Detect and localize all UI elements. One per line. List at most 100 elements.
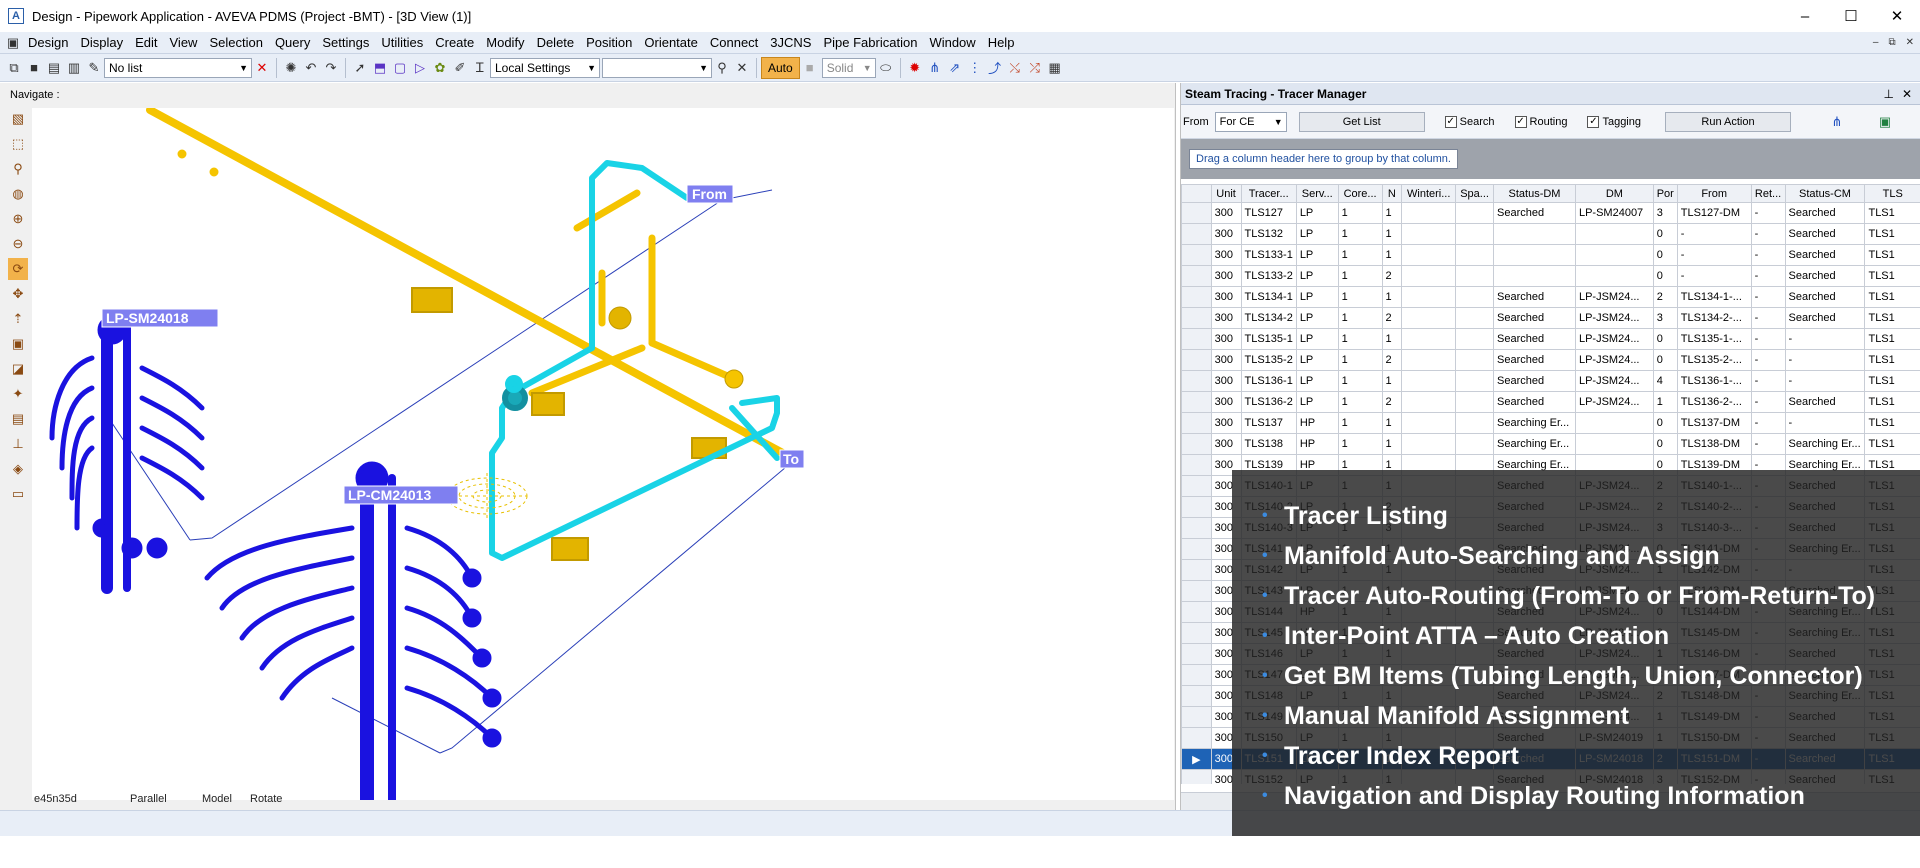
window-icon[interactable]: ▤: [44, 58, 64, 78]
column-header[interactable]: Status-DM: [1494, 185, 1576, 203]
close-button[interactable]: ✕: [1874, 0, 1920, 32]
table-row[interactable]: 300TLS133-1LP110--SearchedTLS1: [1182, 245, 1920, 266]
row-indicator[interactable]: [1182, 707, 1212, 728]
menu-utilities[interactable]: Utilities: [375, 32, 429, 54]
settings-combo[interactable]: Local Settings▼: [490, 58, 600, 78]
row-indicator[interactable]: [1182, 203, 1212, 224]
column-header[interactable]: DM: [1575, 185, 1653, 203]
menu-pipe-fabrication[interactable]: Pipe Fabrication: [817, 32, 923, 54]
measure-icon[interactable]: ✐: [450, 58, 470, 78]
panel-close-icon[interactable]: ✕: [1902, 87, 1912, 101]
menu-query[interactable]: Query: [269, 32, 316, 54]
connect-icon[interactable]: ⋮: [965, 58, 985, 78]
search-checkbox[interactable]: ✓Search: [1445, 116, 1495, 128]
row-indicator[interactable]: [1182, 476, 1212, 497]
row-indicator[interactable]: [1182, 434, 1212, 455]
row-indicator[interactable]: [1182, 266, 1212, 287]
binoculars-icon[interactable]: ⚲: [712, 58, 732, 78]
row-indicator[interactable]: [1182, 644, 1212, 665]
view-zoom-window-icon[interactable]: ⬚: [8, 133, 28, 155]
play-icon[interactable]: ▷: [410, 58, 430, 78]
row-indicator[interactable]: ▶: [1182, 749, 1212, 770]
save-icon[interactable]: ■: [24, 58, 44, 78]
select-icon[interactable]: ⬒: [370, 58, 390, 78]
menu-display[interactable]: Display: [74, 32, 129, 54]
row-indicator[interactable]: [1182, 665, 1212, 686]
row-indicator[interactable]: [1182, 497, 1212, 518]
table-row[interactable]: 300TLS137HP11Searching Er...0TLS137-DM--…: [1182, 413, 1920, 434]
row-indicator[interactable]: [1182, 413, 1212, 434]
row-indicator[interactable]: [1182, 350, 1212, 371]
row-indicator[interactable]: [1182, 329, 1212, 350]
gear-icon[interactable]: ✹: [905, 58, 925, 78]
run-action-button[interactable]: Run Action: [1665, 112, 1791, 132]
row-indicator[interactable]: [1182, 581, 1212, 602]
view-save-icon[interactable]: ▤: [8, 408, 28, 430]
color-swatch-icon[interactable]: ■: [800, 58, 820, 78]
view-axes-icon[interactable]: ⊥: [8, 433, 28, 455]
solid-combo[interactable]: Solid▼: [822, 58, 876, 78]
menu-window[interactable]: Window: [923, 32, 981, 54]
row-indicator[interactable]: [1182, 770, 1212, 785]
tracer-icon[interactable]: ⋔: [925, 58, 945, 78]
list-combo[interactable]: No list▼: [104, 58, 252, 78]
delete-icon[interactable]: ✕: [252, 58, 272, 78]
edit-list-icon[interactable]: ✎: [84, 58, 104, 78]
view-pan-icon[interactable]: ✥: [8, 283, 28, 305]
menu-settings[interactable]: Settings: [316, 32, 375, 54]
column-header[interactable]: Unit: [1211, 185, 1241, 203]
menu-position[interactable]: Position: [580, 32, 638, 54]
model-icon[interactable]: ✿: [430, 58, 450, 78]
row-indicator[interactable]: [1182, 623, 1212, 644]
3d-model-canvas[interactable]: From To LP-SM24018 LP-CM24013: [32, 108, 1174, 800]
routing-checkbox[interactable]: ✓Routing: [1515, 116, 1568, 128]
mdi-close-button[interactable]: ✕: [1906, 32, 1914, 54]
label-manifold-lp-cm24013[interactable]: LP-CM24013: [344, 486, 458, 504]
column-header[interactable]: TLS: [1865, 185, 1920, 203]
view-clip-icon[interactable]: ◈: [8, 458, 28, 480]
from-combo[interactable]: For CE▼: [1215, 112, 1287, 132]
column-header[interactable]: Serv...: [1296, 185, 1338, 203]
column-header[interactable]: Status-CM: [1785, 185, 1865, 203]
row-indicator[interactable]: [1182, 245, 1212, 266]
row-indicator[interactable]: [1182, 287, 1212, 308]
menu-edit[interactable]: Edit: [129, 32, 163, 54]
column-header[interactable]: Core...: [1338, 185, 1382, 203]
view-zoom-icon[interactable]: ⚲: [8, 158, 28, 180]
cancel-icon[interactable]: ✕: [732, 58, 752, 78]
cylinder-icon[interactable]: ▢: [390, 58, 410, 78]
row-indicator[interactable]: [1182, 518, 1212, 539]
table-row[interactable]: 300TLS136-2LP12SearchedLP-JSM24...1TLS13…: [1182, 392, 1920, 413]
maximize-button[interactable]: ☐: [1828, 0, 1874, 32]
column-header[interactable]: Winteri...: [1402, 185, 1456, 203]
table-row[interactable]: 300TLS138HP11Searching Er...0TLS138-DM-S…: [1182, 434, 1920, 455]
route-from-icon[interactable]: ⤴: [985, 58, 1005, 78]
column-header[interactable]: Spa...: [1456, 185, 1494, 203]
table-row[interactable]: 300TLS133-2LP120--SearchedTLS1: [1182, 266, 1920, 287]
barrel-icon[interactable]: ⬭: [876, 58, 896, 78]
column-header[interactable]: From: [1677, 185, 1751, 203]
pin-icon[interactable]: ⊥: [1884, 87, 1894, 101]
row-indicator[interactable]: [1182, 602, 1212, 623]
undo-icon[interactable]: ↶: [301, 58, 321, 78]
table-row[interactable]: 300TLS132LP110--SearchedTLS1: [1182, 224, 1920, 245]
view-light-icon[interactable]: ✦: [8, 383, 28, 405]
copy-icon[interactable]: ⧉: [4, 58, 24, 78]
view-zoom-out-icon[interactable]: ⊖: [8, 233, 28, 255]
label-from[interactable]: From: [687, 185, 733, 203]
route-icon[interactable]: ⇗: [945, 58, 965, 78]
mdi-restore-button[interactable]: ⧉: [1888, 32, 1895, 54]
row-indicator[interactable]: [1182, 224, 1212, 245]
route-return-icon[interactable]: ⤯: [1005, 58, 1025, 78]
menu-3jcns[interactable]: 3JCNS: [764, 32, 817, 54]
route-to-icon[interactable]: ⤮: [1025, 58, 1045, 78]
row-indicator[interactable]: [1182, 539, 1212, 560]
table-row[interactable]: 300TLS135-2LP12SearchedLP-JSM24...0TLS13…: [1182, 350, 1920, 371]
column-header[interactable]: Por: [1653, 185, 1677, 203]
menu-design[interactable]: Design: [22, 32, 74, 54]
menu-orientate[interactable]: Orientate: [638, 32, 703, 54]
menu-modify[interactable]: Modify: [480, 32, 530, 54]
menu-view[interactable]: View: [164, 32, 204, 54]
empty-combo[interactable]: ▼: [602, 58, 712, 78]
row-indicator[interactable]: [1182, 686, 1212, 707]
